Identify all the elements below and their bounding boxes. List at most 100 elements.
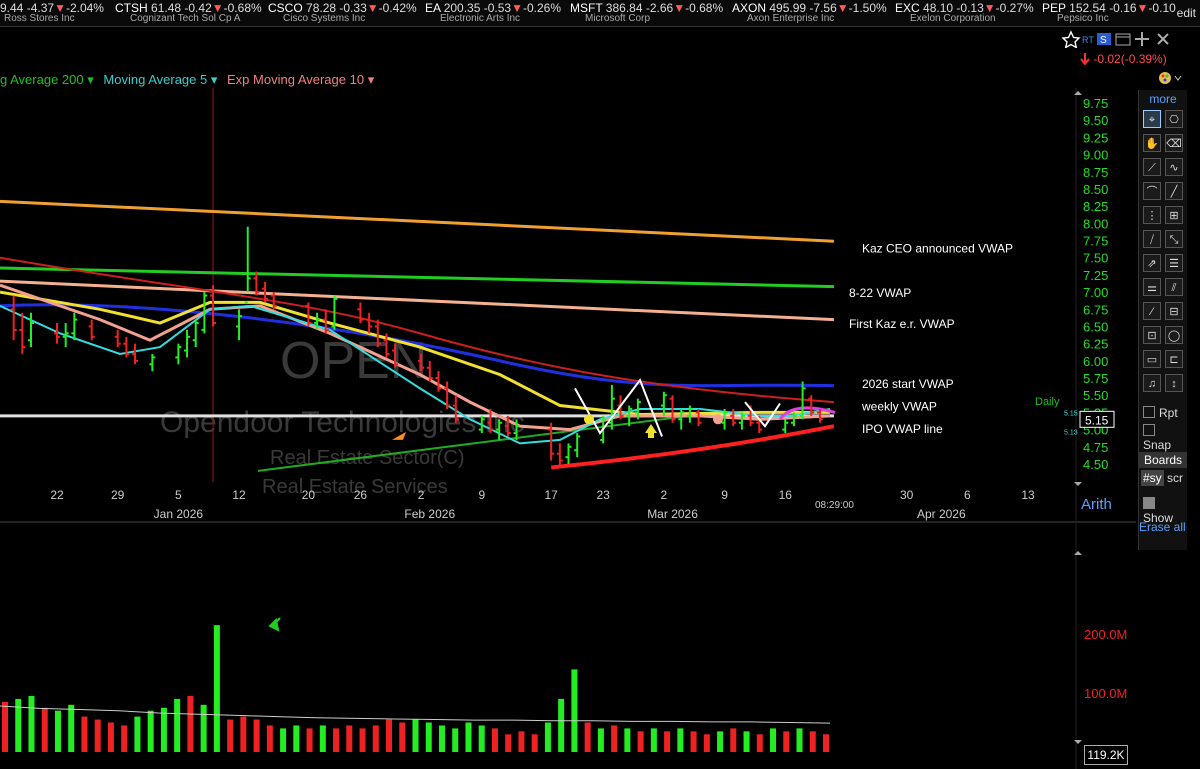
drawing-tool-icon[interactable]: ▭ <box>1143 350 1161 368</box>
x-tick-label: 20 <box>302 488 316 502</box>
volume-bar <box>491 728 498 752</box>
drawing-tool-icon[interactable]: ⇗ <box>1143 254 1161 272</box>
x-tick-label: 6 <box>964 488 971 502</box>
drawing-tool-icon[interactable]: ∿ <box>1165 158 1183 176</box>
x-tick-label: 30 <box>900 488 914 502</box>
volume-bar <box>809 731 816 752</box>
y-tick-label: 7.75 <box>1083 234 1108 249</box>
y-tick-label: 9.25 <box>1083 130 1108 145</box>
vwap-annotation: weekly VWAP <box>861 400 937 414</box>
rpt-checkbox[interactable]: Rpt <box>1143 406 1178 420</box>
y-tick-label: 9.50 <box>1083 113 1108 128</box>
close-icon[interactable] <box>1157 33 1169 45</box>
y-tick-label: 5.75 <box>1083 371 1108 386</box>
x-tick-label: 9 <box>721 488 728 502</box>
drawing-tool-icon[interactable]: ⊏ <box>1165 350 1183 368</box>
drawing-tool-icon[interactable]: ☰ <box>1165 254 1183 272</box>
drawing-tool-icon[interactable]: ⤡ <box>1165 230 1183 248</box>
volume-bar <box>107 722 114 752</box>
volume-tick-label: 100.0M <box>1084 686 1127 701</box>
watermark-name: Opendoor Technologies Inc <box>160 406 525 439</box>
volume-bar <box>346 725 353 752</box>
tab-scr[interactable]: scr <box>1167 471 1183 485</box>
drawing-tool-icon[interactable]: ⟋ <box>1143 158 1161 176</box>
volume-bar <box>664 731 671 752</box>
volume-bar <box>306 728 313 752</box>
drawing-tool-icon[interactable]: ⊟ <box>1165 302 1183 320</box>
vwap-annotation: 2026 start VWAP <box>862 377 954 391</box>
x-month-label: Jan 2026 <box>154 507 204 521</box>
drawing-tool-icon[interactable]: ⌒ <box>1143 182 1161 200</box>
drawing-tool-icon[interactable]: ⧸ <box>1143 230 1161 248</box>
drawing-tool-icon[interactable]: ╱ <box>1165 182 1183 200</box>
green-arrow-marker-icon <box>268 617 281 632</box>
x-tick-label: 13 <box>1021 488 1035 502</box>
volume-bar <box>703 734 710 752</box>
drawing-tool-icon[interactable]: ⚌ <box>1143 278 1161 296</box>
scroll-down-icon <box>1074 482 1082 486</box>
arith-scale-toggle[interactable]: Arith <box>1081 496 1112 513</box>
drawing-tool-icon[interactable]: ♫ <box>1143 374 1161 392</box>
drawing-tool-icon[interactable]: ✋ <box>1143 134 1161 152</box>
drawing-tool-icon[interactable]: ⁄ <box>1143 302 1161 320</box>
drawing-tool-icon[interactable]: ⎔ <box>1165 110 1183 128</box>
volume-bar <box>253 719 260 752</box>
volume-bar <box>571 669 578 752</box>
y-tick-label: 7.50 <box>1083 251 1108 266</box>
tab-sy[interactable]: #sy <box>1141 470 1164 486</box>
y-tick-label: 6.00 <box>1083 354 1108 369</box>
volume-bar <box>319 725 326 752</box>
drawing-tool-icon[interactable]: ↕ <box>1165 374 1183 392</box>
volume-bar <box>465 722 472 752</box>
volume-readout: 119.2K <box>1084 745 1128 765</box>
volume-bar <box>756 734 763 752</box>
volume-bar <box>597 728 604 752</box>
time-label: 08:29:00 <box>815 500 854 511</box>
volume-bar <box>730 728 737 752</box>
more-link[interactable]: more <box>1139 92 1187 106</box>
volume-bar <box>796 728 803 752</box>
drawing-tool-icon[interactable]: ⫽ <box>1165 278 1183 296</box>
volume-bar <box>637 731 644 752</box>
vwap-annotation: Kaz CEO announced VWAP <box>862 241 1013 255</box>
snap-checkbox[interactable]: Snap <box>1143 424 1187 452</box>
x-tick-label: 2 <box>418 488 425 502</box>
volume-bar <box>94 719 101 752</box>
volume-bar <box>677 728 684 752</box>
drawing-tool-icon[interactable]: ◯ <box>1165 326 1183 344</box>
move-icon[interactable] <box>1135 32 1149 46</box>
drawing-tool-icon[interactable]: ⌫ <box>1165 134 1183 152</box>
volume-bar <box>650 728 657 752</box>
volume-bar <box>438 725 445 752</box>
boards-header: Boards <box>1139 452 1187 468</box>
volume-bar <box>240 716 247 752</box>
volume-bar <box>743 731 750 752</box>
volume-bar <box>54 710 61 752</box>
price-chart[interactable]: OPENOpendoor Technologies IncReal Estate… <box>0 0 1136 769</box>
x-tick-label: 9 <box>478 488 485 502</box>
drawing-tool-icon[interactable]: ⋮ <box>1143 206 1161 224</box>
volume-bar <box>333 728 340 752</box>
volume-bar <box>518 731 525 752</box>
volume-bar <box>399 722 406 752</box>
drawing-tool-icon[interactable]: ⊡ <box>1143 326 1161 344</box>
volume-bar <box>558 698 565 752</box>
volume-bar <box>28 695 35 752</box>
price-flag-label: 5.15 <box>1064 410 1078 417</box>
volume-bar <box>544 722 551 752</box>
y-tick-label: 6.75 <box>1083 302 1108 317</box>
volume-bar <box>478 725 485 752</box>
x-tick-label: 23 <box>597 488 611 502</box>
volume-bar <box>266 725 273 752</box>
erase-all-link[interactable]: Erase all <box>1139 520 1186 534</box>
drawing-toolbar: more ⌖ ⎔ ✋ ⌫ ⟋ ∿ ⌒ ╱ ⋮ ⊞ ⧸ ⤡ ⇗ ☰ ⚌ ⫽ ⁄ ⊟ ⊡ ◯ ▭ ⊏ ♫ ↕ Rpt Snap B… <box>1138 90 1187 550</box>
vwap-annotation: 8-22 VWAP <box>849 286 911 300</box>
volume-bar <box>174 698 181 752</box>
y-tick-label: 8.75 <box>1083 165 1108 180</box>
palette-icon[interactable] <box>1158 71 1182 85</box>
drawing-tool-icon[interactable]: ⌖ <box>1143 110 1161 128</box>
edit-button[interactable]: edit <box>1177 6 1196 20</box>
volume-bar <box>2 701 8 752</box>
up-arrow-marker-icon <box>645 424 657 439</box>
drawing-tool-icon[interactable]: ⊞ <box>1165 206 1183 224</box>
